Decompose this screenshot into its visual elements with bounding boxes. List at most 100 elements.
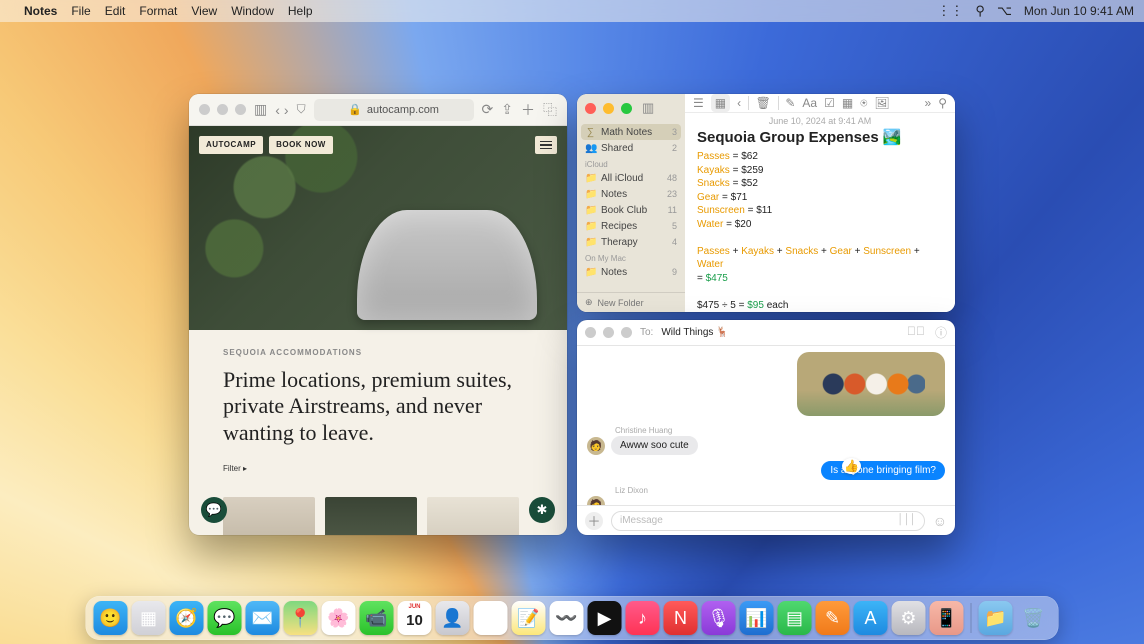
note-title[interactable]: Sequoia Group Expenses 🏞️ bbox=[685, 126, 955, 150]
sidebar-item-book-club[interactable]: 📁Book Club11 bbox=[577, 202, 685, 218]
menu-window[interactable]: Window bbox=[231, 4, 274, 18]
new-tab-icon[interactable]: ＋ bbox=[521, 100, 535, 120]
facetime-icon[interactable]: ▢⃞ bbox=[907, 324, 925, 341]
filter-link[interactable]: Filter ▸ bbox=[223, 464, 533, 473]
dock-contacts[interactable]: 👤 bbox=[436, 601, 470, 635]
outgoing-bubble[interactable]: Is anyone bringing film? bbox=[821, 461, 945, 480]
dock-launchpad[interactable]: ▦ bbox=[132, 601, 166, 635]
dock-numbers[interactable]: ▤ bbox=[778, 601, 812, 635]
accessibility-fab[interactable]: ✱ bbox=[529, 497, 555, 523]
menu-edit[interactable]: Edit bbox=[105, 4, 126, 18]
accommodation-thumbnail[interactable] bbox=[325, 497, 417, 535]
dock-downloads[interactable]: 📁 bbox=[979, 601, 1013, 635]
dock-photos[interactable]: 🌸 bbox=[322, 601, 356, 635]
dock-freeform[interactable]: 〰️ bbox=[550, 601, 584, 635]
accommodation-thumbnail[interactable] bbox=[427, 497, 519, 535]
sidebar-item-all-icloud[interactable]: 📁All iCloud48 bbox=[577, 170, 685, 186]
forward-button[interactable]: › bbox=[284, 102, 289, 118]
dictation-icon[interactable]: ⏐⏐⏐ bbox=[897, 514, 916, 527]
reload-icon[interactable]: ⟳ bbox=[482, 101, 494, 118]
compose-icon[interactable]: ✎ bbox=[785, 96, 795, 110]
folder-icon: ∑ bbox=[585, 127, 596, 138]
sidebar-toggle-icon[interactable]: ▥ bbox=[254, 101, 267, 118]
format-icon[interactable]: Aa bbox=[802, 96, 817, 110]
note-body[interactable]: Passes = $62Kayaks = $259Snacks = $52Gea… bbox=[685, 150, 955, 312]
hamburger-menu[interactable] bbox=[535, 136, 557, 154]
sidebar-item-shared[interactable]: 👥Shared2 bbox=[577, 140, 685, 156]
dock-podcasts[interactable]: 🎙 bbox=[702, 601, 736, 635]
sidebar-section-header: On My Mac bbox=[577, 250, 685, 264]
url-bar[interactable]: 🔒 autocamp.com bbox=[314, 99, 474, 121]
list-view-icon[interactable]: ☰ bbox=[693, 96, 704, 110]
dock-calendar[interactable]: JUN10 bbox=[398, 601, 432, 635]
dock-iphone-mirroring[interactable]: 📱 bbox=[930, 601, 964, 635]
tabs-icon[interactable]: ⿻ bbox=[543, 100, 557, 120]
more-icon[interactable]: » bbox=[925, 96, 932, 110]
window-controls[interactable] bbox=[585, 103, 632, 114]
dock-maps[interactable]: 📍 bbox=[284, 601, 318, 635]
window-controls[interactable] bbox=[585, 327, 632, 338]
chat-fab[interactable]: 💬 bbox=[201, 497, 227, 523]
dock-notes[interactable]: 📝 bbox=[512, 601, 546, 635]
grid-view-icon[interactable]: ▦ bbox=[711, 94, 730, 112]
site-logo[interactable]: AUTOCAMP bbox=[199, 136, 263, 154]
window-controls[interactable] bbox=[199, 104, 246, 115]
sidebar-item-notes[interactable]: 📁Notes9 bbox=[577, 264, 685, 280]
checklist-icon[interactable]: ☑ bbox=[824, 96, 835, 110]
messages-window: To: Wild Things 🦌 ▢⃞ ⓘ Christine Huang 🧑… bbox=[577, 320, 955, 535]
menubar-clock[interactable]: Mon Jun 10 9:41 AM bbox=[1024, 4, 1134, 18]
back-button[interactable]: ‹ bbox=[275, 102, 280, 118]
shared-photo-bubble[interactable] bbox=[797, 352, 945, 416]
sidebar-item-notes[interactable]: 📁Notes23 bbox=[577, 186, 685, 202]
dock-tv[interactable]: ▶︎ bbox=[588, 601, 622, 635]
trash-icon[interactable]: 🗑 bbox=[756, 96, 771, 110]
message-input[interactable]: iMessage ⏐⏐⏐ bbox=[611, 511, 925, 531]
shield-icon[interactable]: ⛉ bbox=[297, 102, 306, 117]
messages-thread[interactable]: Christine Huang 🧑 Awww soo cute Is anyon… bbox=[577, 346, 955, 505]
safari-toolbar: ▥ ‹ › ⛉ 🔒 autocamp.com ⟳ ⇪ ＋ ⿻ bbox=[189, 94, 567, 126]
avatar[interactable]: 🧑 bbox=[587, 437, 605, 455]
search-icon[interactable]: ⚲ bbox=[938, 96, 947, 110]
link-icon[interactable]: ⍟ bbox=[860, 96, 867, 111]
spotlight-icon[interactable]: ⚲ bbox=[975, 3, 985, 19]
new-folder-button[interactable]: ⊕ New Folder bbox=[577, 292, 685, 312]
sidebar-item-recipes[interactable]: 📁Recipes5 bbox=[577, 218, 685, 234]
share-icon[interactable]: ⇪ bbox=[501, 101, 513, 118]
accommodation-thumbnail[interactable] bbox=[223, 497, 315, 535]
notes-toolbar: ☰ ▦ ‹ 🗑 ✎ Aa ☑ ▦ ⍟ 🖼 » ⚲ bbox=[685, 94, 955, 113]
dock-pages[interactable]: ✎ bbox=[816, 601, 850, 635]
dock-safari[interactable]: 🧭 bbox=[170, 601, 204, 635]
to-value[interactable]: Wild Things 🦌 bbox=[661, 327, 728, 338]
dock-mail[interactable]: ✉️ bbox=[246, 601, 280, 635]
dock-news[interactable]: N bbox=[664, 601, 698, 635]
menu-view[interactable]: View bbox=[191, 4, 217, 18]
dock-finder[interactable]: 🙂 bbox=[94, 601, 128, 635]
dock-music[interactable]: ♪ bbox=[626, 601, 660, 635]
dock-appstore[interactable]: A bbox=[854, 601, 888, 635]
incoming-bubble[interactable]: Awww soo cute bbox=[611, 436, 698, 455]
dock-facetime[interactable]: 📹 bbox=[360, 601, 394, 635]
dock-keynote[interactable]: 📊 bbox=[740, 601, 774, 635]
tapback-icon[interactable]: 👍 bbox=[842, 458, 861, 474]
app-menu[interactable]: Notes bbox=[24, 4, 57, 18]
wifi-icon[interactable]: ⋮⋮ bbox=[937, 3, 963, 19]
back-icon[interactable]: ‹ bbox=[737, 96, 741, 110]
apps-button[interactable]: ＋ bbox=[585, 512, 603, 530]
dock-messages[interactable]: 💬 bbox=[208, 601, 242, 635]
control-center-icon[interactable]: ⌥ bbox=[997, 3, 1012, 19]
sidebar-item-therapy[interactable]: 📁Therapy4 bbox=[577, 234, 685, 250]
avatar[interactable]: 🧑 bbox=[587, 496, 605, 505]
menu-help[interactable]: Help bbox=[288, 4, 313, 18]
media-icon[interactable]: 🖼 bbox=[874, 96, 889, 110]
menu-format[interactable]: Format bbox=[139, 4, 177, 18]
sidebar-toggle-icon[interactable]: ▥ bbox=[642, 100, 654, 116]
emoji-picker-icon[interactable]: ☺ bbox=[933, 513, 947, 529]
dock-settings[interactable]: ⚙︎ bbox=[892, 601, 926, 635]
book-now-button[interactable]: BOOK NOW bbox=[269, 136, 333, 154]
menu-file[interactable]: File bbox=[71, 4, 90, 18]
dock-reminders[interactable]: ☑︎ bbox=[474, 601, 508, 635]
dock-trash[interactable]: 🗑️ bbox=[1017, 601, 1051, 635]
info-icon[interactable]: ⓘ bbox=[935, 324, 947, 341]
table-icon[interactable]: ▦ bbox=[842, 96, 853, 110]
sidebar-item-math-notes[interactable]: ∑Math Notes3 bbox=[581, 124, 681, 140]
